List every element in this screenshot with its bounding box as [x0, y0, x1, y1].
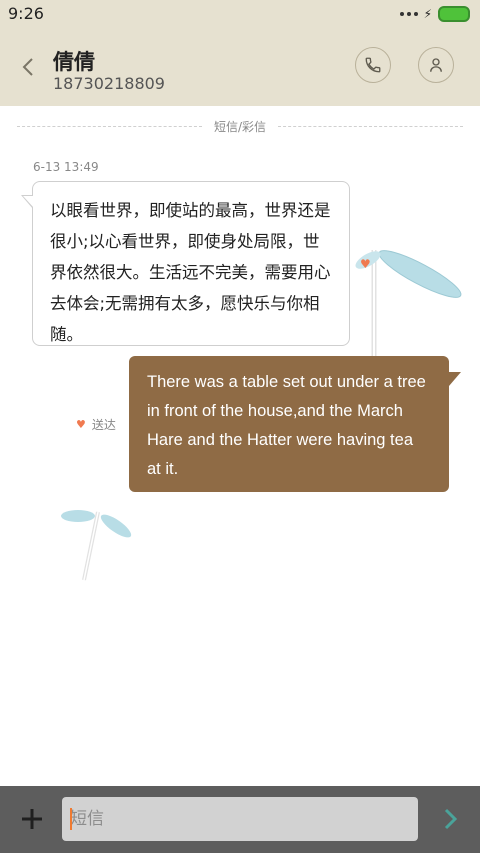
- thread-type-divider: 短信/彩信: [17, 117, 463, 137]
- phone-icon: [365, 57, 381, 73]
- chevron-left-icon: [22, 58, 33, 76]
- attach-button[interactable]: [19, 806, 45, 832]
- incoming-message-text: 以眼看世界，即使站的最高，世界还是很小;以心看世界，即使身处局限，世界依然很大。…: [50, 201, 331, 344]
- contact-name: 倩倩: [53, 50, 95, 74]
- composer-bar: [0, 786, 480, 853]
- battery-icon: [438, 6, 470, 22]
- person-icon: [430, 58, 442, 72]
- dragonfly-decoration-icon: ♥: [355, 250, 462, 358]
- bubble-tail: [449, 372, 461, 386]
- message-timestamp: 6-13 13:49: [33, 160, 99, 174]
- call-button[interactable]: [355, 47, 391, 83]
- status-bar: 9:26 ⚡: [0, 0, 480, 28]
- conversation-header: 倩倩 18730218809: [0, 28, 480, 106]
- delivery-status: ♥ 送达: [76, 416, 116, 433]
- svg-text:♥: ♥: [360, 257, 371, 271]
- more-dots-icon: [399, 12, 418, 16]
- heart-icon: ♥: [76, 418, 86, 431]
- chevron-right-icon: [444, 808, 458, 830]
- back-button[interactable]: [16, 52, 42, 82]
- divider-line-right: [278, 126, 463, 127]
- outgoing-message-text: There was a table set out under a tree i…: [147, 373, 426, 478]
- incoming-message-bubble[interactable]: 以眼看世界，即使站的最高，世界还是很小;以心看世界，即使身处局限，世界依然很大。…: [21, 181, 350, 346]
- send-button[interactable]: [438, 807, 462, 831]
- status-time: 9:26: [8, 4, 44, 23]
- status-indicators: ⚡: [399, 6, 470, 22]
- text-caret: [70, 808, 72, 830]
- contact-phone-number: 18730218809: [53, 74, 165, 93]
- outgoing-message-bubble[interactable]: There was a table set out under a tree i…: [129, 356, 461, 492]
- contact-info-button[interactable]: [418, 47, 454, 83]
- plus-icon: [22, 809, 42, 829]
- message-input[interactable]: [62, 797, 418, 841]
- dragonfly-small-decoration-icon: [61, 510, 132, 581]
- charging-icon: ⚡: [423, 7, 432, 21]
- delivery-status-label: 送达: [91, 418, 116, 432]
- bubble-tail-inner: [23, 196, 34, 208]
